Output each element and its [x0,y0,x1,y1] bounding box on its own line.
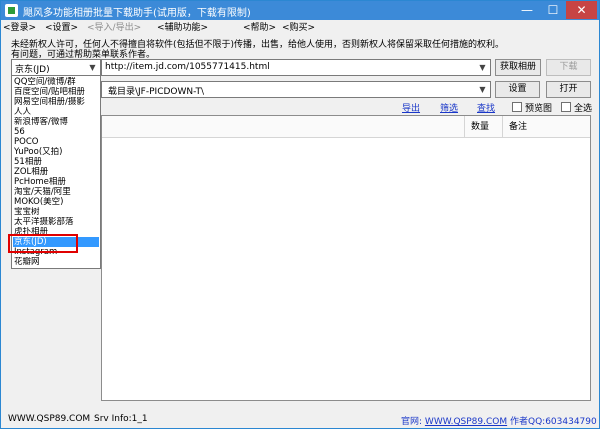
official-site-link[interactable]: WWW.QSP89.COM [425,417,507,427]
menu-buy[interactable]: <购买> [282,21,315,35]
minimize-button[interactable]: — [514,1,540,19]
download-button[interactable]: 下载 [546,59,591,76]
dropdown-option[interactable]: 百度空间/贴吧相册 [13,87,99,97]
menu-help[interactable]: <帮助> [243,21,276,35]
dropdown-option[interactable]: POCO [13,137,99,147]
close-button[interactable]: ✕ [566,1,597,19]
menu-tools[interactable]: <辅助功能> [157,21,208,35]
select-all-checkbox[interactable] [561,102,571,112]
dropdown-option[interactable]: QQ空间/微博/群 [13,77,99,87]
site-select[interactable]: 京东(JD) ▼ [11,59,101,76]
author-label: 作者QQ: [510,417,546,427]
dropdown-option[interactable]: ZOL相册 [13,167,99,177]
site-select-value: 京东(JD) [15,65,50,75]
column-note[interactable]: 备注 [502,116,590,138]
app-window: 飓风多功能相册批量下载助手(试用版，下载有限制) — ☐ ✕ <登录> <设置>… [0,0,600,429]
dropdown-option[interactable]: 宝宝树 [13,207,99,217]
status-bar: WWW.QSP89.COM Srv Info:1_1 官网: WWW.QSP89… [1,411,599,428]
dropdown-option[interactable]: 56 [13,127,99,137]
chevron-down-icon[interactable]: ▼ [475,82,490,97]
dropdown-option[interactable]: 网易空间相册/摄影 [13,97,99,107]
filter-link[interactable]: 筛选 [440,101,458,114]
preview-label: 预览图 [525,104,553,114]
author-qq: 603434790 [545,417,597,427]
menu-settings[interactable]: <设置> [45,21,78,35]
album-table[interactable]: 数量 备注 [101,115,591,401]
menu-import-export[interactable]: <导入/导出> [87,21,141,35]
dropdown-option[interactable]: MOKO(美空) [13,197,99,207]
select-all-label: 全选 [574,104,593,114]
status-srv-info: Srv Info:1_1 [94,414,148,424]
maximize-button[interactable]: ☐ [540,1,566,19]
save-path-value: 载目录\JF-PICDOWN-T\ [108,87,205,97]
window-title: 飓风多功能相册批量下载助手(试用版，下载有限制) [23,8,251,19]
menu-login[interactable]: <登录> [3,21,36,35]
app-icon [5,4,18,17]
dropdown-option[interactable]: 新浪博客/微博 [13,117,99,127]
fetch-album-button[interactable]: 获取相册 [495,59,541,76]
selection-highlight-box [8,234,78,253]
url-input[interactable]: http://item.jd.com/1055771415.html ▼ [101,59,491,76]
dropdown-option[interactable]: 51相册 [13,157,99,167]
status-site: WWW.QSP89.COM [8,414,91,424]
column-count[interactable]: 数量 [464,116,502,138]
url-value: http://item.jd.com/1055771415.html [105,62,270,72]
dropdown-option[interactable]: 太平洋摄影部落 [13,217,99,227]
table-header: 数量 备注 [102,116,590,138]
preview-checkbox[interactable] [512,102,522,112]
dropdown-option[interactable]: 人人 [13,107,99,117]
find-link[interactable]: 查找 [477,101,495,114]
save-path-input[interactable]: 载目录\JF-PICDOWN-T\ ▼ [101,81,491,98]
menu-bar: <登录> <设置> <导入/导出> <辅助功能> <帮助> <购买> [3,21,597,35]
settings-button[interactable]: 设置 [495,81,540,98]
chevron-down-icon[interactable]: ▼ [475,60,490,75]
chevron-down-icon[interactable]: ▼ [85,60,100,75]
dropdown-option[interactable]: 淘宝/天猫/阿里 [13,187,99,197]
status-contact: 官网: WWW.QSP89.COM 作者QQ:603434790 [401,414,597,427]
title-bar[interactable]: 飓风多功能相册批量下载助手(试用版，下载有限制) — ☐ ✕ [1,1,599,20]
dropdown-option[interactable]: 花瓣网 [13,257,99,267]
dropdown-option[interactable]: YuPoo(又拍) [13,147,99,157]
dropdown-option[interactable]: PcHome相册 [13,177,99,187]
official-label: 官网: [401,417,423,427]
export-link[interactable]: 导出 [402,101,420,114]
open-folder-button[interactable]: 打开 [546,81,591,98]
